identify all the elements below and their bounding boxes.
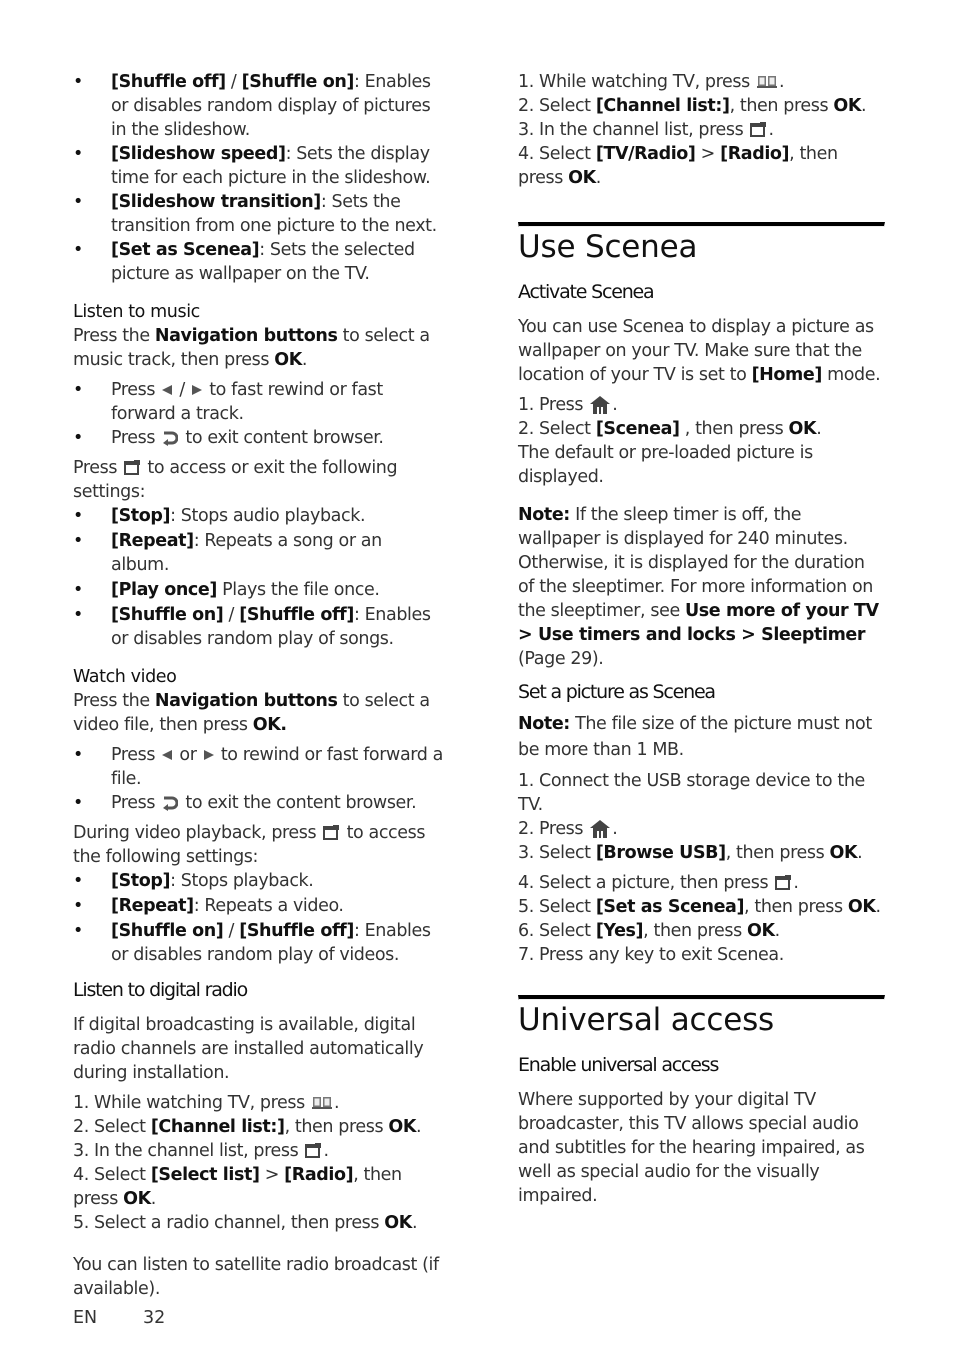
set-step-6: 6. Select [Yes], then press OK. [518,921,780,941]
list-item: [Shuffle off] / [Shuffle on]: Enables or… [73,70,443,142]
set-step-3: 3. Select [Browse USB], then press OK. [518,843,863,863]
scenea-note: Note: If the sleep timer is off, the wal… [518,505,879,669]
list-item: Press / to fast rewind or fast forward a… [73,378,443,426]
list-item: [Repeat]: Repeats a song or an album. [73,529,443,577]
set-step-1: 1. Connect the USB storage device to the… [518,771,865,815]
rewind-icon [162,385,172,395]
universal-access-body: Where supported by your digital TV broad… [518,1090,865,1206]
radio-cont-step-4: 4. Select [TV/Radio] > [Radio], then pre… [518,144,838,188]
list-item: [Slideshow transition]: Sets the transit… [73,190,443,238]
list-item: Press to exit content browser. [73,426,443,450]
radio-cont-step-3: 3. In the channel list, press . [518,120,774,140]
home-icon [590,396,610,414]
options-icon [775,875,791,891]
video-intro: Press the Navigation buttons to select a… [73,691,430,735]
scenea-step-2: 2. Select [Scenea] , then press OK. [518,419,822,439]
language-code: EN [73,1308,98,1328]
options-icon [750,122,766,138]
forward-icon [192,385,202,395]
radio-outro: You can listen to satellite radio broadc… [73,1255,439,1299]
list-item: [Stop]: Stops audio playback. [73,504,443,528]
radio-cont-step-1: 1. While watching TV, press . [518,72,785,92]
radio-heading: Listen to digital radio [73,979,248,1001]
slideshow-settings-list: [Shuffle off] / [Shuffle on]: Enables or… [73,70,443,286]
universal-access-heading: Universal access [518,1002,774,1038]
set-step-7: 7. Press any key to exit Scenea. [518,945,784,965]
set-step-5: 5. Select [Set as Scenea], then press OK… [518,897,881,917]
options-icon [305,1143,321,1159]
back-icon [162,795,178,811]
list-item: [Stop]: Stops playback. [73,869,443,893]
guide-icon [757,75,777,89]
page-number: 32 [143,1308,166,1328]
radio-intro: If digital broadcasting is available, di… [73,1015,424,1083]
use-scenea-heading: Use Scenea [518,229,698,265]
set-picture-note: Note: The file size of the picture must … [518,714,872,760]
radio-step-1: 1. While watching TV, press . [73,1093,340,1113]
set-picture-heading: Set a picture as Scenea [518,681,716,703]
right-column: 1. While watching TV, press . 2. Select … [518,70,885,1208]
options-icon [124,460,140,476]
video-heading: Watch video [73,667,177,687]
list-item: [Play once] Plays the file once. [73,578,443,602]
activate-scenea-heading: Activate Scenea [518,281,655,303]
list-item: [Slideshow speed]: Sets the display time… [73,142,443,190]
home-icon [590,820,610,838]
list-item: Press to exit the content browser. [73,791,443,815]
radio-step-5: 5. Select a radio channel, then press OK… [73,1213,418,1233]
page-footer: EN 32 [73,1308,165,1328]
list-item: [Repeat]: Repeats a video. [73,894,443,918]
back-icon [162,430,178,446]
music-heading: Listen to music [73,302,200,322]
music-intro: Press the Navigation buttons to select a… [73,326,430,370]
radio-step-2: 2. Select [Channel list:], then press OK… [73,1117,422,1137]
list-item: [Shuffle on] / [Shuffle off]: Enables or… [73,603,443,651]
guide-icon [312,1096,332,1110]
radio-step-3: 3. In the channel list, press . [73,1141,329,1161]
set-step-4: 4. Select a picture, then press . [518,873,799,893]
radio-step-4: 4. Select [Select list] > [Radio], then … [73,1165,402,1209]
scenea-intro: You can use Scenea to display a picture … [518,317,881,385]
enable-universal-access-heading: Enable universal access [518,1054,719,1076]
scenea-result: The default or pre-loaded picture is dis… [518,443,813,487]
scenea-step-1: 1. Press . [518,395,618,415]
video-settings-intro: During video playback, press to access t… [73,823,426,867]
set-step-2: 2. Press . [518,819,618,839]
options-icon [323,825,339,841]
list-item: [Set as Scenea]: Sets the selected pictu… [73,238,443,286]
rewind-icon [162,750,172,760]
radio-cont-step-2: 2. Select [Channel list:], then press OK… [518,96,867,116]
list-item: [Shuffle on] / [Shuffle off]: Enables or… [73,919,443,967]
music-settings-intro: Press to access or exit the following se… [73,458,398,502]
left-column: [Shuffle off] / [Shuffle on]: Enables or… [73,70,443,1301]
list-item: Press or to rewind or fast forward a fil… [73,743,443,791]
forward-icon [204,750,214,760]
